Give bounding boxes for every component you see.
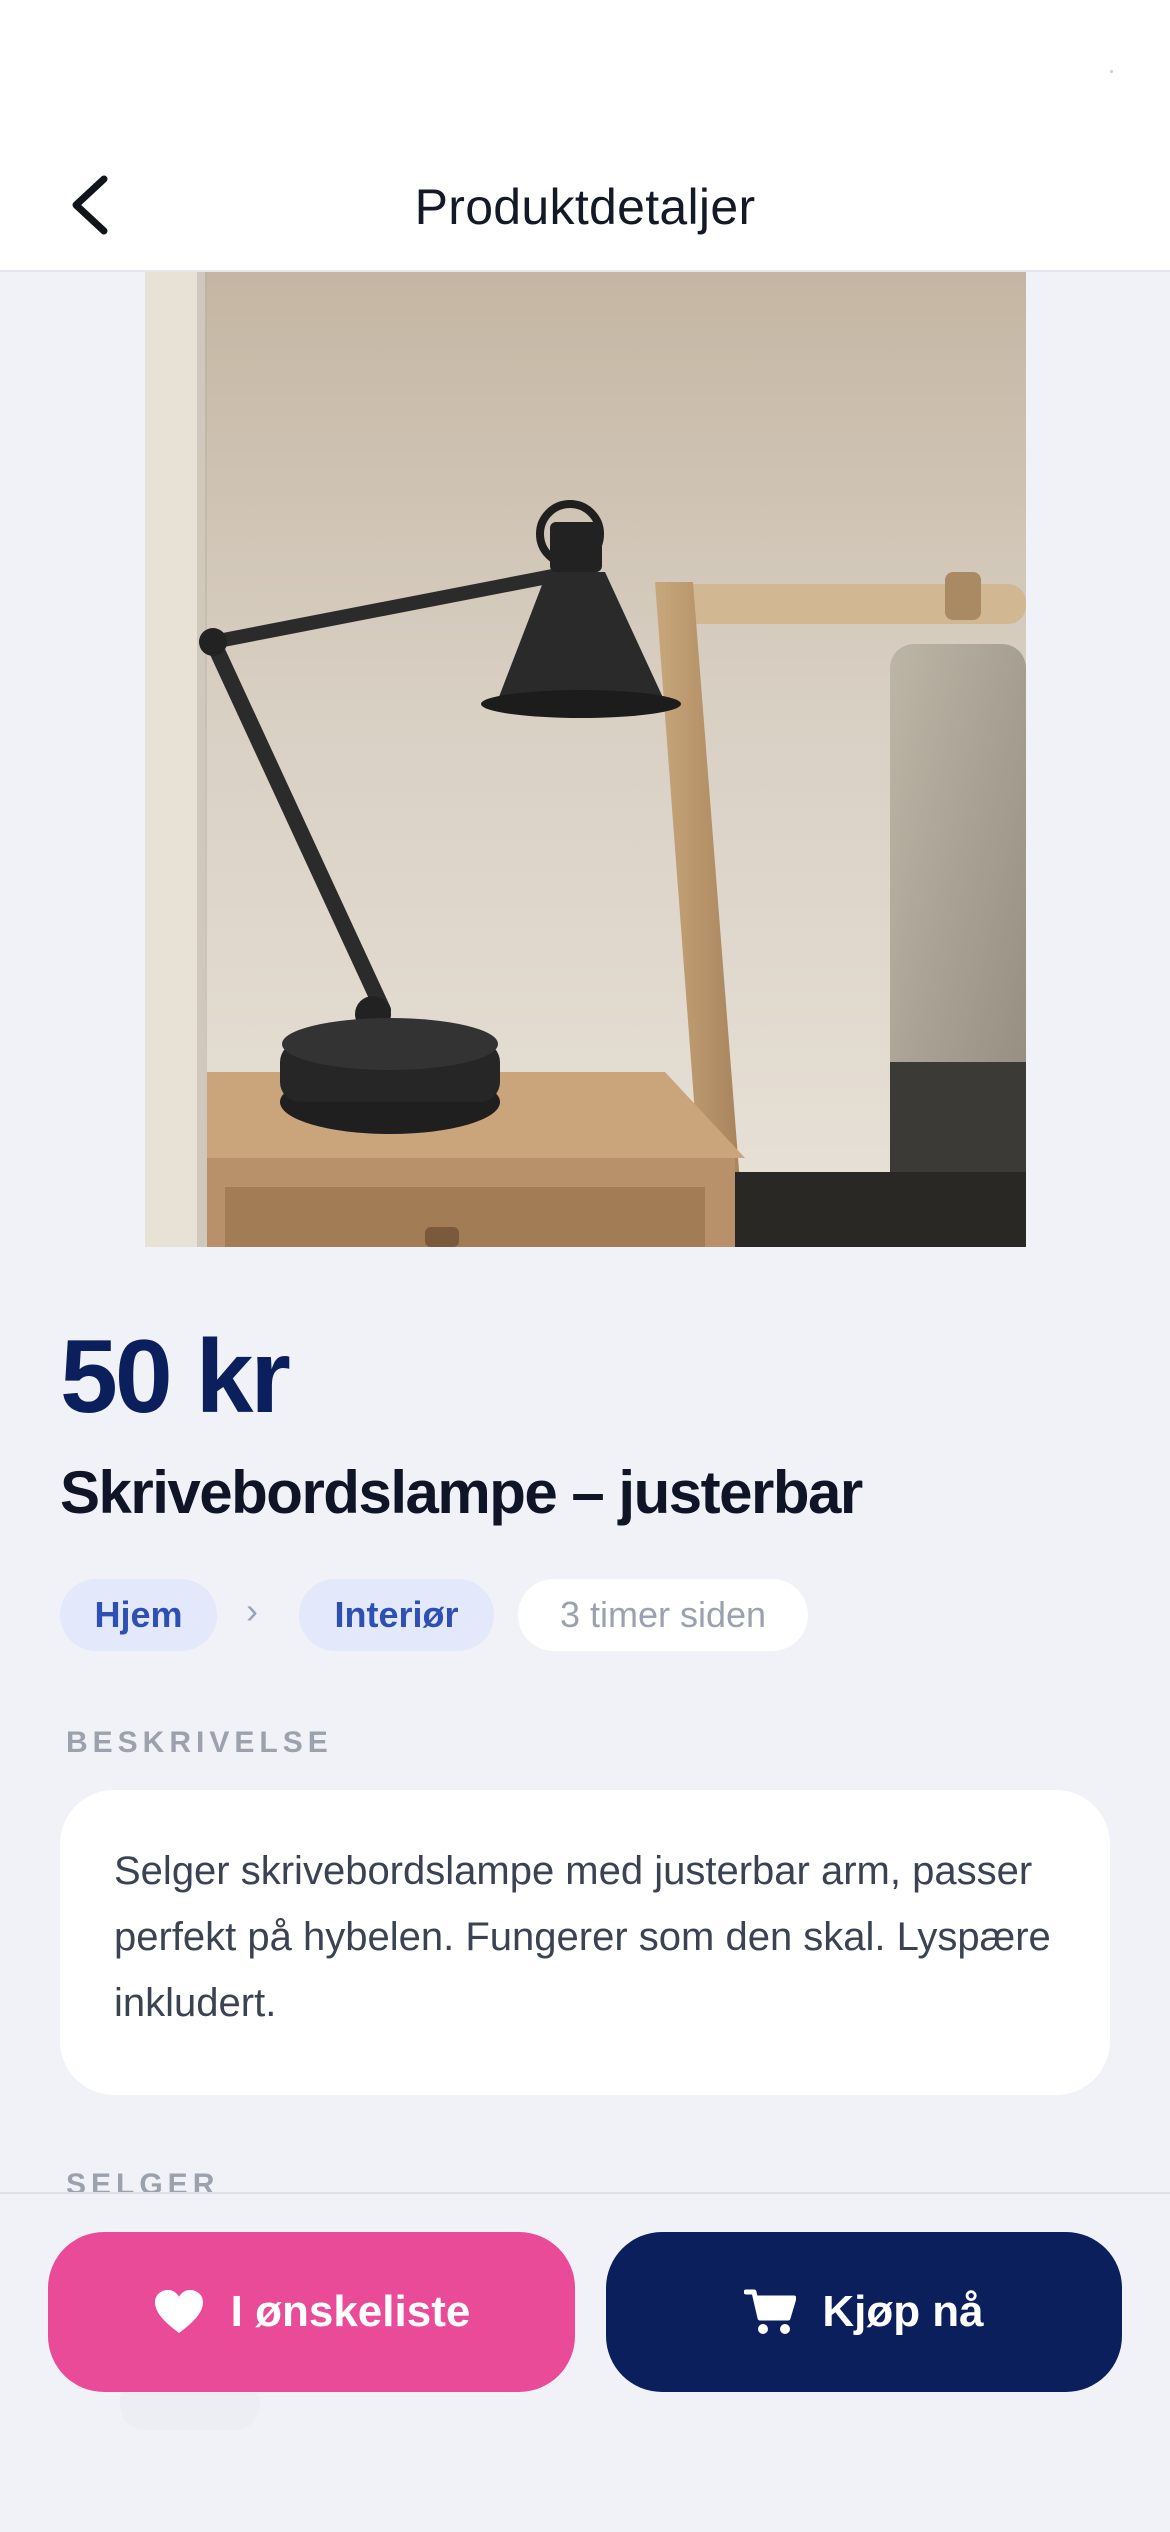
heart-icon (153, 2289, 205, 2335)
description-text: Selger skrivebordslampe med justerbar ar… (114, 1849, 1051, 2025)
product-title: Skrivebordslampe – justerbar (60, 1459, 863, 1526)
category-chip[interactable]: Hjem (60, 1579, 217, 1651)
product-price: 50 kr (60, 1319, 291, 1435)
status-indicator (1110, 70, 1113, 73)
product-image[interactable] (145, 272, 1026, 1247)
buy-now-button[interactable]: Kjøp nå (606, 2232, 1122, 2392)
navigation-bar: Produktdetaljer (0, 0, 1170, 272)
wishlist-label: I ønskeliste (230, 2287, 471, 2336)
cart-icon (744, 2288, 797, 2336)
posted-time-badge: 3 timer siden (518, 1579, 808, 1651)
page-title: Produktdetaljer (414, 179, 756, 235)
wishlist-button[interactable]: I ønskeliste (48, 2232, 575, 2392)
breadcrumb-separator-icon: › (246, 1590, 258, 1631)
buy-now-label: Kjøp nå (822, 2287, 984, 2336)
description-label: BESKRIVELSE (66, 1726, 333, 1759)
description-card: Selger skrivebordslampe med justerbar ar… (60, 1790, 1110, 2095)
subcategory-chip[interactable]: Interiør (299, 1579, 494, 1651)
